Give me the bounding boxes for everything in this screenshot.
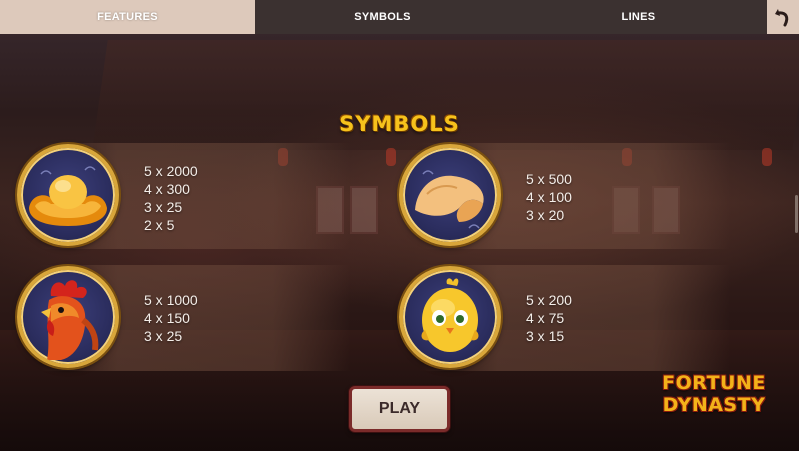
logo-line-2: DYNASTY (662, 394, 766, 416)
background-lantern (386, 148, 396, 166)
payout-line: 4 x 300 (144, 181, 190, 197)
symbol-medal (399, 266, 501, 368)
background-window (350, 186, 378, 234)
background-lantern (762, 148, 772, 166)
payout-line: 5 x 2000 (144, 163, 198, 179)
paytable-cookie: 5 x 500 4 x 100 3 x 20 (526, 170, 572, 224)
logo-line-1: FORTUNE (662, 372, 766, 394)
page-title: SYMBOLS (339, 112, 460, 136)
game-logo: FORTUNE DYNASTY (654, 372, 774, 428)
payout-line: 4 x 100 (526, 189, 572, 205)
payout-line: 4 x 150 (144, 310, 190, 326)
tab-features[interactable]: FEATURES (0, 0, 255, 34)
payout-line: 3 x 25 (144, 328, 183, 344)
scrollbar-thumb[interactable] (795, 195, 798, 233)
play-button[interactable]: PLAY (349, 386, 450, 432)
rooster-icon (41, 280, 99, 360)
payout-line: 3 x 25 (144, 199, 183, 215)
tab-symbols[interactable]: SYMBOLS (255, 0, 510, 34)
payout-line: 5 x 200 (526, 292, 572, 308)
back-button[interactable] (767, 0, 799, 34)
chick-icon (421, 278, 479, 352)
payout-line: 3 x 20 (526, 207, 565, 223)
symbol-medal (399, 144, 501, 246)
payout-line: 5 x 1000 (144, 292, 198, 308)
tab-lines[interactable]: LINES (510, 0, 767, 34)
paytable-chick: 5 x 200 4 x 75 3 x 15 (526, 291, 572, 345)
payout-line: 2 x 5 (144, 217, 175, 233)
symbol-medal (17, 144, 119, 246)
paytable-rooster: 5 x 1000 4 x 150 3 x 25 (144, 291, 198, 345)
paytable-ingot: 5 x 2000 4 x 300 3 x 25 2 x 5 (144, 162, 198, 234)
payout-line: 4 x 75 (526, 310, 565, 326)
payout-line: 5 x 500 (526, 171, 572, 187)
gold-ingot-icon (29, 166, 107, 226)
payout-line: 3 x 15 (526, 328, 565, 344)
back-arrow-icon (775, 9, 789, 27)
top-nav: FEATURES SYMBOLS LINES (0, 0, 799, 34)
symbol-medal (17, 266, 119, 368)
fortune-cookie-icon (415, 170, 484, 229)
